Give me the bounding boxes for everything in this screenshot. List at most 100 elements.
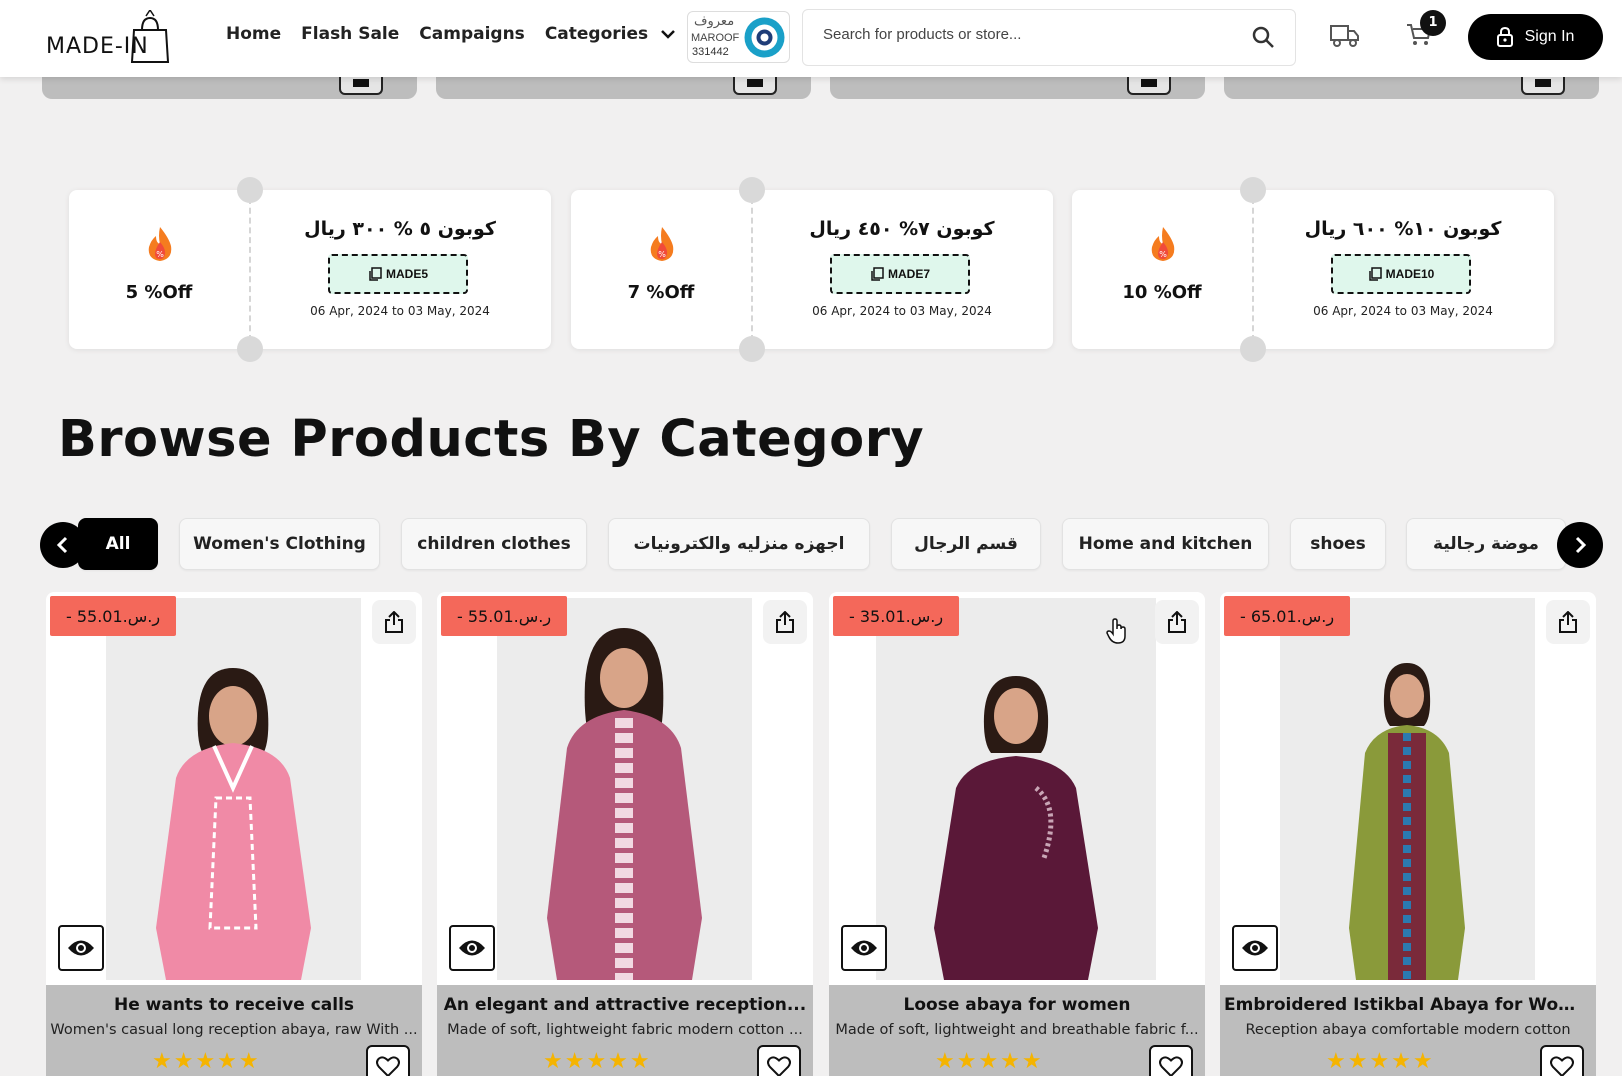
made-in-logo[interactable]: MADE-IN	[46, 10, 171, 64]
coupon-notch	[1240, 177, 1266, 203]
site-header: MADE-IN Home Flash Sale Campaigns Catego…	[0, 0, 1622, 77]
coupon-discount: % 7 %Off	[571, 190, 751, 349]
quick-view-button[interactable]	[449, 925, 495, 971]
nav-flash-sale[interactable]: Flash Sale	[301, 24, 399, 44]
copy-icon	[871, 267, 884, 281]
product-description: Women's casual long reception abaya, raw…	[50, 1022, 418, 1038]
eye-icon	[68, 940, 94, 956]
quick-view-button[interactable]	[58, 925, 104, 971]
coupon-notch	[237, 336, 263, 362]
product-description: Reception abaya comfortable modern cotto…	[1245, 1022, 1571, 1038]
rating-stars: ★★★★★	[543, 1049, 652, 1074]
share-button[interactable]	[763, 600, 807, 644]
coupon-notch	[237, 177, 263, 203]
partial-card	[42, 75, 417, 99]
product-image[interactable]	[497, 598, 752, 980]
sign-in-button[interactable]: Sign In	[1468, 14, 1603, 60]
category-chip-womens-clothing[interactable]: Women's Clothing	[179, 518, 380, 570]
search-input[interactable]	[823, 26, 1243, 43]
quick-view-button[interactable]	[841, 925, 887, 971]
category-chip-home-kitchen[interactable]: Home and kitchen	[1062, 518, 1269, 570]
coupon-title: كوبون ٥ % ٣٠٠ ريال	[304, 218, 496, 240]
quick-view-button[interactable]	[1232, 925, 1278, 971]
product-name[interactable]: Loose abaya for women	[833, 995, 1201, 1015]
coupon-title: كوبون ١٠% ٦٠٠ ريال	[1304, 218, 1502, 240]
svg-text:%: %	[658, 250, 666, 259]
logo-text: MADE-IN	[46, 34, 149, 59]
fire-icon: %	[148, 227, 172, 261]
product-description: Made of soft, lightweight fabric modern …	[447, 1022, 803, 1038]
product-card[interactable]: ر.س.35.01 - Loose abaya for women Made o…	[829, 592, 1205, 1076]
svg-text:%: %	[156, 250, 164, 259]
coupon-title: كوبون ٧% ٤٥٠ ريال	[809, 218, 995, 240]
maroof-badge[interactable]: معروف MAROOF 331442	[687, 11, 790, 63]
card-action-button[interactable]	[733, 75, 777, 95]
category-chip-mens-fashion[interactable]: موضة رجالية	[1406, 518, 1566, 570]
product-card[interactable]: ر.س.65.01 - Embroidered Istikbal Abaya f…	[1220, 592, 1596, 1076]
partial-card	[436, 75, 811, 99]
coupon-off-label: 5 %Off	[125, 282, 193, 303]
fire-icon: %	[1151, 227, 1175, 261]
share-icon	[1168, 611, 1186, 633]
maroof-arabic: معروف	[694, 14, 735, 29]
partial-card	[830, 75, 1205, 99]
maroof-logo-icon	[744, 17, 785, 58]
rating-stars: ★★★★★	[152, 1049, 261, 1074]
product-info: Embroidered Istikbal Abaya for Women Rec…	[1220, 985, 1596, 1076]
category-prev-button[interactable]	[40, 522, 86, 568]
price-tag: ر.س.65.01 -	[1224, 596, 1351, 636]
coupon-off-label: 7 %Off	[627, 282, 695, 303]
category-next-button[interactable]	[1557, 522, 1603, 568]
cart-count-badge: 1	[1420, 10, 1446, 36]
partial-card	[1224, 75, 1599, 99]
category-chip-shoes[interactable]: shoes	[1290, 518, 1386, 570]
coupon-notch	[1240, 336, 1266, 362]
coupon-discount: % 5 %Off	[69, 190, 249, 349]
eye-icon	[1242, 940, 1268, 956]
copy-icon	[1368, 267, 1382, 281]
card-action-button[interactable]	[1521, 75, 1565, 95]
product-name[interactable]: Embroidered Istikbal Abaya for Women	[1224, 995, 1592, 1015]
wishlist-button[interactable]	[1540, 1045, 1584, 1076]
sign-in-label: Sign In	[1524, 28, 1575, 45]
heart-icon	[1159, 1056, 1183, 1076]
share-button[interactable]	[372, 600, 416, 644]
category-chip-electronics[interactable]: اجهزه منزليه والكترونيات	[608, 518, 870, 570]
coupon-dates: 06 Apr, 2024 to 03 May, 2024	[1313, 304, 1493, 318]
category-chip-children-clothes[interactable]: children clothes	[401, 518, 587, 570]
rating-stars: ★★★★★	[1326, 1049, 1435, 1074]
search-icon[interactable]	[1251, 25, 1275, 49]
product-name[interactable]: An elegant and attractive reception...	[441, 995, 809, 1015]
share-button[interactable]	[1546, 600, 1590, 644]
coupon-code: MADE7	[887, 267, 930, 281]
product-image[interactable]	[876, 598, 1156, 980]
wishlist-button[interactable]	[1149, 1045, 1193, 1076]
hand-cursor-icon	[1106, 618, 1126, 644]
heart-icon	[767, 1056, 791, 1076]
share-icon	[776, 611, 794, 633]
price-tag: ر.س.35.01 -	[833, 596, 960, 636]
share-button[interactable]	[1155, 600, 1199, 644]
card-action-button[interactable]	[1127, 75, 1171, 95]
coupon-code-button[interactable]: MADE10	[1331, 254, 1471, 294]
product-image[interactable]	[1280, 598, 1535, 980]
product-image[interactable]	[106, 598, 361, 980]
nav-categories[interactable]: Categories	[545, 24, 676, 44]
category-chip-men[interactable]: قسم الرجال	[891, 518, 1041, 570]
product-card[interactable]: ر.س.55.01 - An elegant and attractive re…	[437, 592, 813, 1076]
wishlist-button[interactable]	[757, 1045, 801, 1076]
delivery-truck-icon[interactable]	[1330, 22, 1360, 48]
product-name[interactable]: He wants to receive calls	[50, 995, 418, 1015]
nav-campaigns[interactable]: Campaigns	[419, 24, 525, 44]
category-chip-all[interactable]: All	[78, 518, 158, 570]
eye-icon	[851, 940, 877, 956]
chevron-right-icon	[1575, 536, 1587, 554]
coupon-code-button[interactable]: MADE5	[328, 254, 468, 294]
nav-home[interactable]: Home	[226, 24, 281, 44]
wishlist-button[interactable]	[366, 1045, 410, 1076]
product-info: An elegant and attractive reception... M…	[437, 985, 813, 1076]
product-card[interactable]: ر.س.55.01 - He wants to receive calls Wo…	[46, 592, 422, 1076]
card-action-button[interactable]	[339, 75, 383, 95]
coupon-code-button[interactable]: MADE7	[830, 254, 970, 294]
maroof-english: MAROOF	[691, 32, 740, 44]
